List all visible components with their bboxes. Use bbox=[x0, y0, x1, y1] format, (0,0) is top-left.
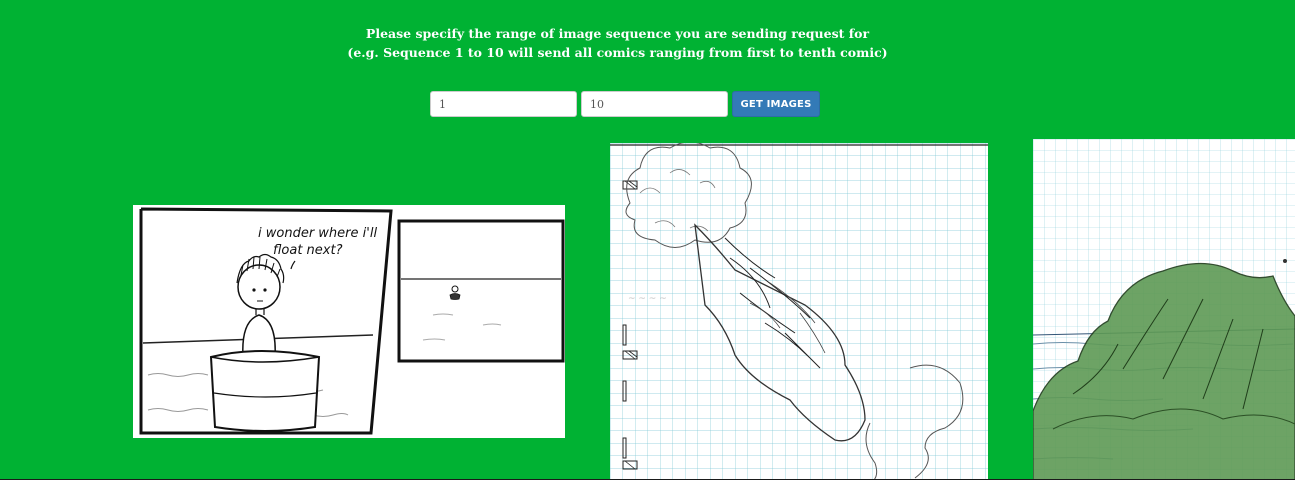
comic-image-2[interactable]: ~ ~ ~ ~ bbox=[610, 143, 988, 480]
svg-text:~ ~ ~ ~: ~ ~ ~ ~ bbox=[628, 294, 667, 304]
speech-line-1: i wonder where i'll bbox=[258, 226, 377, 241]
instructions-line-1: Please specify the range of image sequen… bbox=[365, 26, 870, 41]
instructions-line-2: (e.g. Sequence 1 to 10 will send all com… bbox=[347, 45, 888, 60]
comic-image-1[interactable]: i wonder where i'll float next? bbox=[133, 205, 565, 438]
end-sequence-input[interactable] bbox=[581, 91, 728, 117]
page: Please specify the range of image sequen… bbox=[0, 0, 1295, 480]
get-images-button[interactable]: GET IMAGES bbox=[732, 91, 820, 117]
speech-line-2: float next? bbox=[273, 243, 343, 258]
instructions: Please specify the range of image sequen… bbox=[0, 24, 1235, 62]
comic-image-3[interactable] bbox=[1033, 139, 1295, 480]
start-sequence-input[interactable] bbox=[430, 91, 577, 117]
